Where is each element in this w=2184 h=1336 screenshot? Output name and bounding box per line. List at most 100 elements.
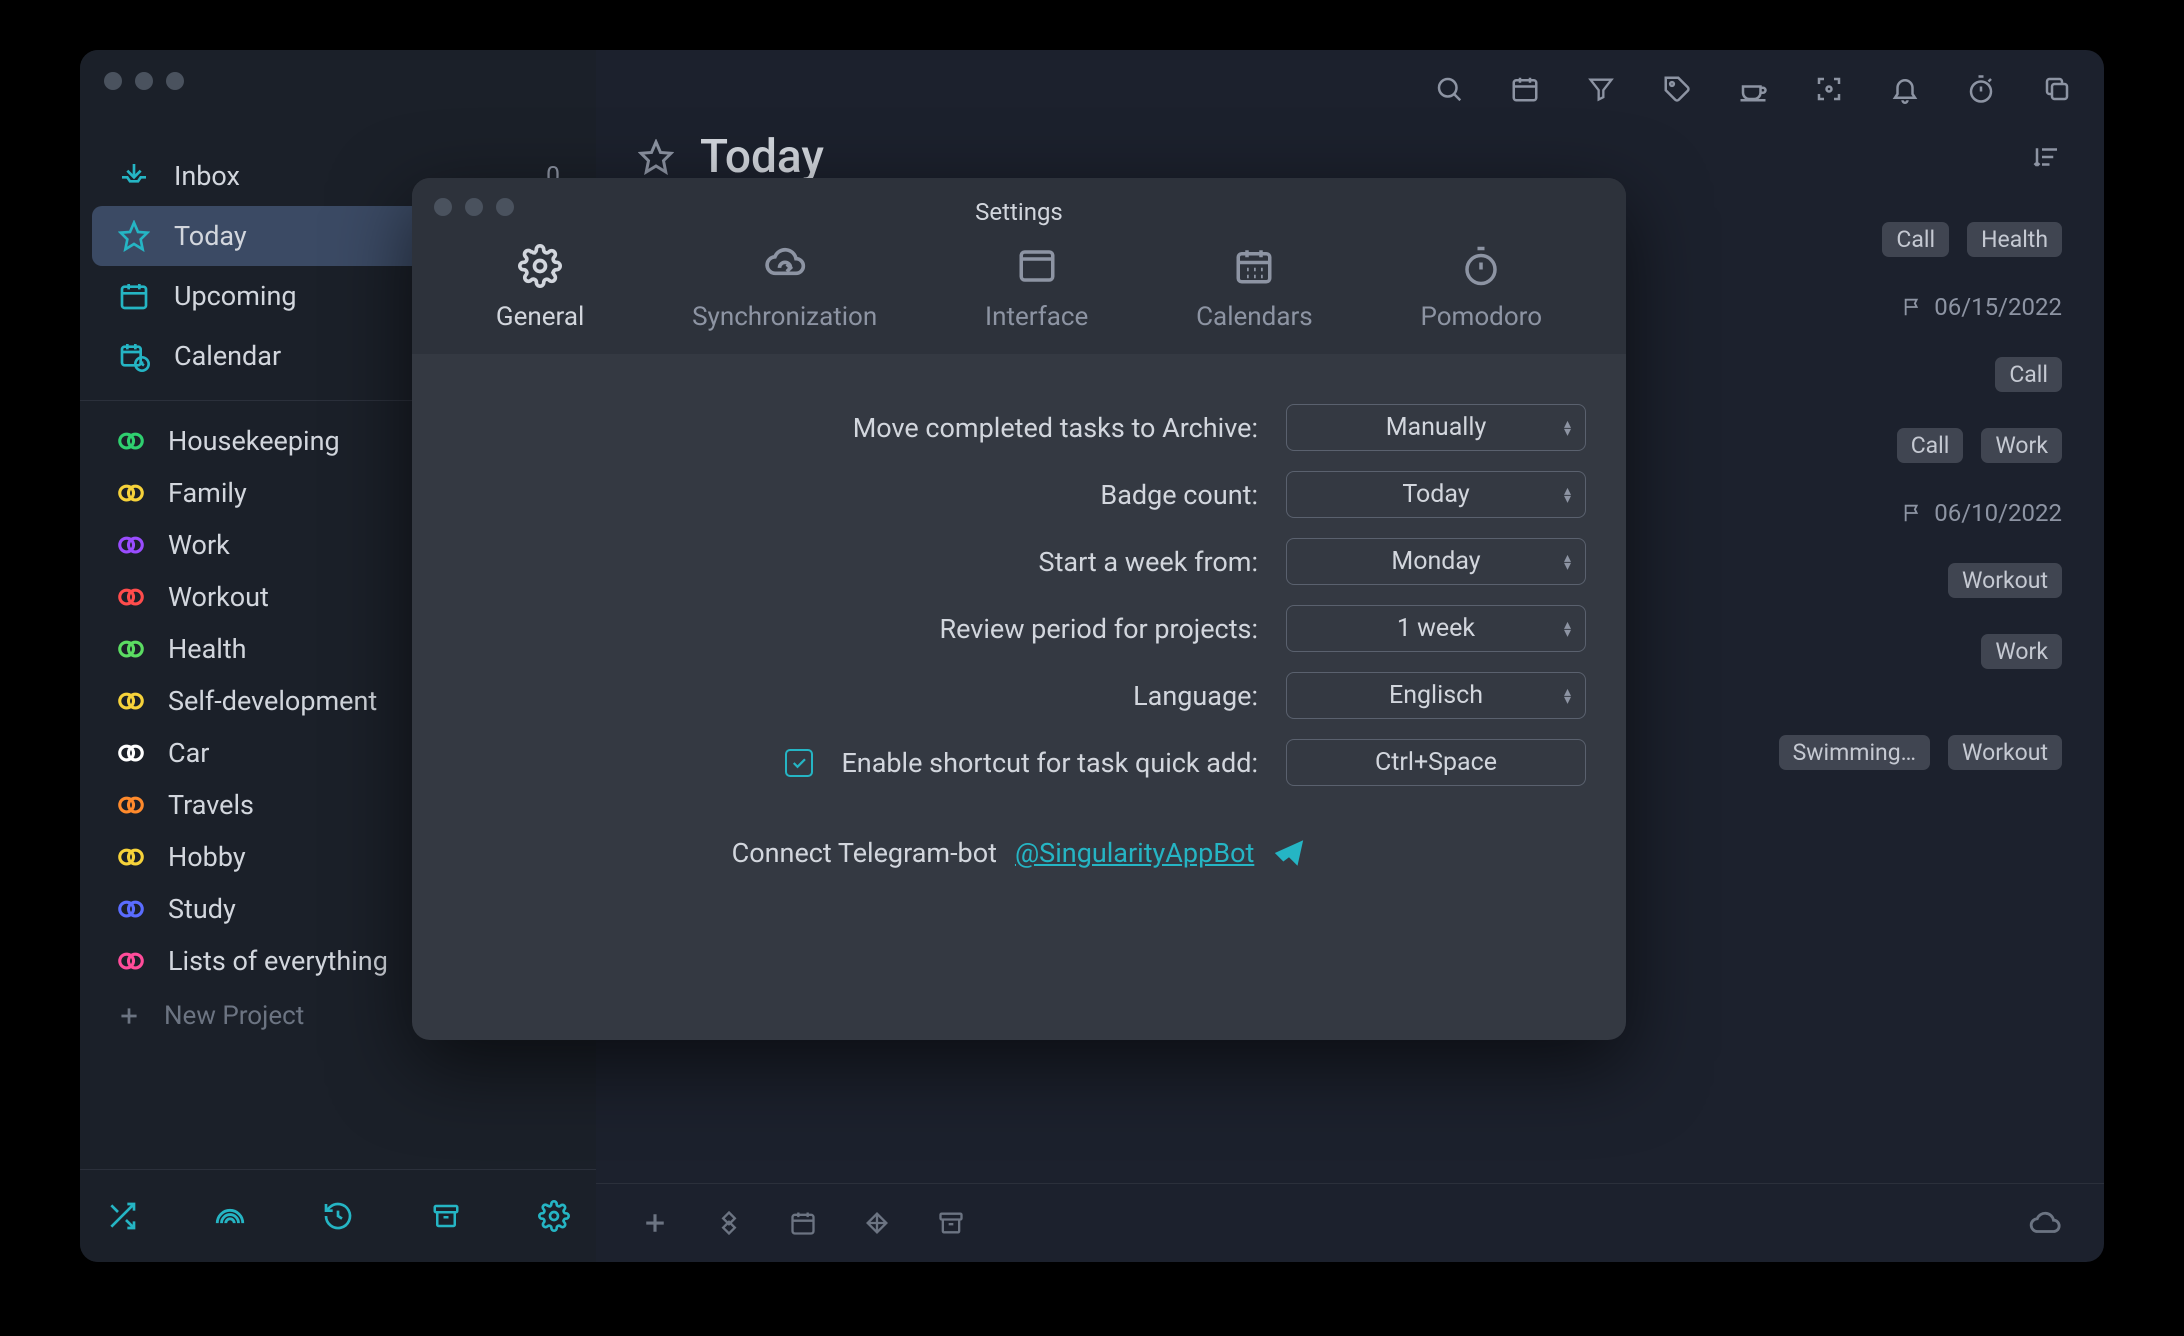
setting-review: Review period for projects: 1 week ▴▾	[452, 605, 1586, 652]
star-outline-icon[interactable]	[638, 139, 674, 175]
task-tag[interactable]: Work	[1981, 634, 2062, 669]
copy-icon[interactable]	[2040, 72, 2074, 106]
tab-label: Pomodoro	[1420, 302, 1542, 332]
project-label: Travels	[168, 789, 254, 821]
minimize-dot[interactable]	[465, 198, 483, 216]
topbar	[596, 50, 2104, 112]
minimize-dot[interactable]	[135, 72, 153, 90]
telegram-label: Connect Telegram-bot	[732, 837, 997, 869]
cloud-sync-icon[interactable]	[2028, 1206, 2062, 1240]
setting-language: Language: Englisch ▴▾	[452, 672, 1586, 719]
task-due-date: 06/15/2022	[1902, 293, 2062, 321]
project-label: Study	[168, 893, 236, 925]
star-icon	[116, 218, 152, 254]
archive-icon[interactable]	[428, 1198, 464, 1234]
chevron-updown-icon: ▴▾	[1564, 420, 1571, 436]
calendar-clock-icon	[116, 338, 152, 374]
plus-icon	[116, 1003, 142, 1029]
sidebar-footer	[80, 1169, 596, 1262]
task-tag[interactable]: Call	[1897, 428, 1964, 463]
settings-tabs: General Synchronization Interface Calend…	[412, 228, 1626, 354]
tab-calendars[interactable]: Calendars	[1186, 244, 1323, 332]
coffee-icon[interactable]	[1736, 72, 1770, 106]
project-ring-icon	[116, 946, 146, 976]
zoom-dot[interactable]	[496, 198, 514, 216]
setting-select-review[interactable]: 1 week ▴▾	[1286, 605, 1586, 652]
project-label: Housekeeping	[168, 425, 340, 457]
setting-week: Start a week from: Monday ▴▾	[452, 538, 1586, 585]
tab-label: Calendars	[1196, 302, 1313, 332]
stopwatch-icon[interactable]	[1964, 72, 1998, 106]
project-ring-icon	[116, 634, 146, 664]
task-tag[interactable]: Workout	[1948, 563, 2062, 598]
calendar-icon	[116, 278, 152, 314]
trash-icon[interactable]	[934, 1206, 968, 1240]
task-due-date: 06/10/2022	[1902, 499, 2062, 527]
project-ring-icon	[116, 582, 146, 612]
project-ring-icon	[116, 894, 146, 924]
task-tag[interactable]: Call	[1995, 357, 2062, 392]
setting-badge: Badge count: Today ▴▾	[452, 471, 1586, 518]
tab-synchronization[interactable]: Synchronization	[682, 244, 887, 332]
close-dot[interactable]	[104, 72, 122, 90]
schedule-icon[interactable]	[786, 1206, 820, 1240]
project-label: Workout	[168, 581, 269, 613]
setting-label: Language:	[1133, 680, 1258, 712]
project-label: Car	[168, 737, 209, 769]
setting-label: Move completed tasks to Archive:	[853, 412, 1258, 444]
setting-label: Enable shortcut for task quick add:	[841, 747, 1258, 779]
focus-icon[interactable]	[1812, 72, 1846, 106]
settings-icon[interactable]	[536, 1198, 572, 1234]
setting-select-archive[interactable]: Manually ▴▾	[1286, 404, 1586, 451]
task-tag[interactable]: Workout	[1948, 735, 2062, 770]
task-tag[interactable]: Call	[1882, 222, 1949, 257]
setting-input-shortcut[interactable]: Ctrl+Space	[1286, 739, 1586, 786]
filter-icon[interactable]	[1584, 72, 1618, 106]
project-label: Hobby	[168, 841, 246, 873]
setting-select-week[interactable]: Monday ▴▾	[1286, 538, 1586, 585]
add-task-icon[interactable]	[638, 1206, 672, 1240]
rainbow-icon[interactable]	[212, 1198, 248, 1234]
history-icon[interactable]	[320, 1198, 356, 1234]
setting-select-language[interactable]: Englisch ▴▾	[1286, 672, 1586, 719]
calendar-icon[interactable]	[1508, 72, 1542, 106]
tab-label: Synchronization	[692, 302, 877, 332]
modal-title: Settings	[412, 178, 1626, 228]
setting-select-badge[interactable]: Today ▴▾	[1286, 471, 1586, 518]
tab-interface[interactable]: Interface	[975, 244, 1098, 332]
tab-label: General	[496, 302, 584, 332]
cloud-sync-icon	[763, 244, 807, 288]
project-ring-icon	[116, 426, 146, 456]
settings-modal: Settings General Synchronization Interfa…	[412, 178, 1626, 1040]
stopwatch-icon	[1459, 244, 1503, 288]
chevron-updown-icon: ▴▾	[1564, 554, 1571, 570]
gear-icon	[518, 244, 562, 288]
bell-icon[interactable]	[1888, 72, 1922, 106]
window-controls	[104, 72, 184, 90]
task-tag[interactable]: Health	[1967, 222, 2062, 257]
tag-icon[interactable]	[1660, 72, 1694, 106]
setting-label: Start a week from:	[1039, 546, 1258, 578]
shortcut-checkbox[interactable]	[785, 749, 813, 777]
telegram-link[interactable]: @SingularityAppBot	[1015, 837, 1254, 869]
shuffle-icon[interactable]	[104, 1198, 140, 1234]
search-icon[interactable]	[1432, 72, 1466, 106]
zoom-dot[interactable]	[166, 72, 184, 90]
priority-icon[interactable]	[712, 1206, 746, 1240]
sort-icon[interactable]	[2032, 142, 2062, 172]
task-tag[interactable]: Swimming…	[1779, 735, 1930, 770]
project-label: Work	[168, 529, 230, 561]
main-footer	[596, 1183, 2104, 1262]
move-icon[interactable]	[860, 1206, 894, 1240]
task-tag[interactable]: Work	[1981, 428, 2062, 463]
tab-general[interactable]: General	[486, 244, 594, 332]
settings-body: Move completed tasks to Archive: Manuall…	[412, 354, 1626, 1040]
setting-shortcut: Enable shortcut for task quick add: Ctrl…	[452, 739, 1586, 786]
chevron-updown-icon: ▴▾	[1564, 487, 1571, 503]
close-dot[interactable]	[434, 198, 452, 216]
project-ring-icon	[116, 842, 146, 872]
setting-archive: Move completed tasks to Archive: Manuall…	[452, 404, 1586, 451]
new-project-label: New Project	[164, 1001, 304, 1031]
tab-pomodoro[interactable]: Pomodoro	[1410, 244, 1552, 332]
tab-label: Interface	[985, 302, 1088, 332]
